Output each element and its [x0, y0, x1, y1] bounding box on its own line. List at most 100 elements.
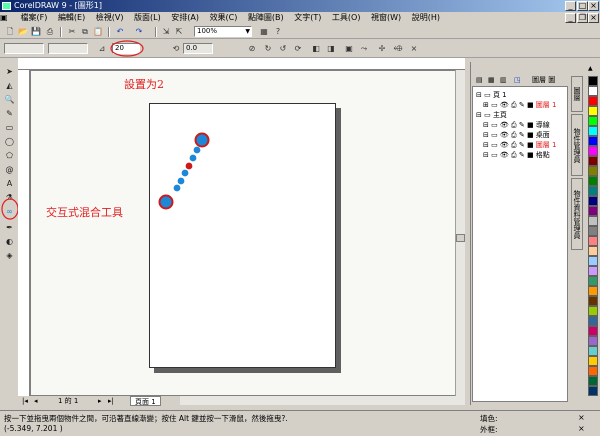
palette-swatch[interactable]: [588, 256, 598, 266]
palette-swatch[interactable]: [588, 126, 598, 136]
palette-swatch[interactable]: [588, 376, 598, 386]
palette-swatch[interactable]: [588, 276, 598, 286]
palette-swatch[interactable]: [588, 356, 598, 366]
show-properties-icon[interactable]: ▤: [476, 74, 483, 86]
counterclockwise-blend-icon[interactable]: ⟳: [292, 43, 304, 55]
prev-page-button[interactable]: ◂: [34, 396, 38, 406]
menu-arrange[interactable]: 安排(A): [167, 12, 203, 24]
close-button[interactable]: ×: [588, 1, 599, 11]
copy-icon[interactable]: ⧉: [79, 26, 91, 38]
menu-effects[interactable]: 效果(C): [206, 12, 242, 24]
import-icon[interactable]: ⇲: [160, 26, 172, 38]
export-icon[interactable]: ⇱: [173, 26, 185, 38]
polygon-tool-icon[interactable]: ⬠: [3, 150, 16, 161]
menu-window[interactable]: 視窗(W): [367, 12, 405, 24]
size-accel-icon[interactable]: ◨: [325, 43, 337, 55]
palette-swatch[interactable]: [588, 296, 598, 306]
minimize-button[interactable]: _: [565, 1, 576, 11]
tab-layers[interactable]: 圖層: [571, 76, 583, 112]
tree-grid[interactable]: ⊟ ▭ 👁 ⎙ ✎ ■ 格點: [483, 150, 550, 160]
horizontal-scrollbar[interactable]: [180, 396, 465, 405]
palette-swatch[interactable]: [588, 226, 598, 236]
palette-swatch[interactable]: [588, 96, 598, 106]
tree-desktop[interactable]: ⊟ ▭ 👁 ⎙ ✎ ■ 桌面: [483, 130, 550, 140]
palette-swatch[interactable]: [588, 236, 598, 246]
palette-swatch[interactable]: [588, 266, 598, 276]
blend-end-circle[interactable]: [194, 132, 210, 148]
tree-page[interactable]: ⊟ ▭ 頁 1: [476, 90, 507, 100]
menu-tools[interactable]: 工具(O): [328, 12, 365, 24]
clear-blend-icon[interactable]: ⨯: [408, 43, 420, 55]
menu-layout[interactable]: 版面(L): [130, 12, 165, 24]
doc-icon[interactable]: ▣: [0, 12, 14, 24]
blend-group[interactable]: [150, 120, 220, 220]
zoom-select[interactable]: 100% ▼: [194, 26, 252, 37]
shape-tool-icon[interactable]: ◭: [3, 80, 16, 91]
palette-swatch[interactable]: [588, 136, 598, 146]
tree-master-layer[interactable]: ⊟ ▭ 👁 ⎙ ✎ ■ 圖層 1: [483, 140, 556, 150]
clockwise-blend-icon[interactable]: ↺: [277, 43, 289, 55]
copy-blend-icon[interactable]: ⬲: [392, 43, 404, 55]
page-tab-1[interactable]: 頁面 1: [130, 396, 161, 406]
palette-swatch[interactable]: [588, 386, 598, 396]
print-icon[interactable]: ⎙: [44, 26, 56, 38]
new-layer-icon[interactable]: ◳: [514, 74, 521, 86]
maximize-button[interactable]: □: [577, 1, 588, 11]
path-properties-icon[interactable]: ⤳: [358, 43, 370, 55]
menu-bitmaps[interactable]: 點陣圖(B): [244, 12, 288, 24]
palette-swatch[interactable]: [588, 116, 598, 126]
palette-swatch[interactable]: [588, 196, 598, 206]
save-icon[interactable]: 💾: [30, 26, 42, 38]
preset-select[interactable]: [4, 43, 44, 54]
bucket-tool-icon[interactable]: ◈: [3, 250, 16, 261]
eyedropper-tool-icon[interactable]: ✒: [3, 222, 16, 233]
palette-swatch[interactable]: [588, 206, 598, 216]
palette-swatch[interactable]: [588, 246, 598, 256]
cut-icon[interactable]: ✂: [66, 26, 78, 38]
undo-icon[interactable]: ↶: [114, 26, 126, 38]
palette-swatch[interactable]: [588, 306, 598, 316]
next-page-button[interactable]: ▸: [98, 396, 102, 406]
palette-swatch[interactable]: [588, 216, 598, 226]
blend-start-circle[interactable]: [158, 194, 174, 210]
app-launcher-icon[interactable]: ▦: [258, 26, 270, 38]
text-tool-icon[interactable]: A: [3, 178, 16, 189]
tree-layer[interactable]: ⊞ ▭ 👁 ⎙ ✎ ■ 圖層 1: [483, 100, 556, 110]
outline-tool-icon[interactable]: ◐: [3, 236, 16, 247]
palette-swatch[interactable]: [588, 106, 598, 116]
palette-swatch[interactable]: [588, 166, 598, 176]
loop-blend-icon[interactable]: ⊘: [246, 43, 258, 55]
menu-help[interactable]: 說明(H): [408, 12, 444, 24]
edit-across-layers-icon[interactable]: ▦: [488, 74, 495, 86]
palette-swatch[interactable]: [588, 366, 598, 376]
spiral-tool-icon[interactable]: @: [3, 164, 16, 175]
rotation-field[interactable]: 0.0: [183, 43, 213, 54]
tab-object-data[interactable]: 物件資料管理員: [571, 178, 583, 250]
vertical-ruler[interactable]: [18, 70, 30, 396]
palette-swatch[interactable]: [588, 156, 598, 166]
doc-restore-button[interactable]: ❐: [577, 13, 588, 23]
horizontal-ruler[interactable]: [18, 58, 465, 70]
new-icon[interactable]: 🗋: [4, 26, 16, 38]
palette-swatch[interactable]: [588, 86, 598, 96]
doc-minimize-button[interactable]: _: [565, 13, 576, 23]
pick-tool-icon[interactable]: ➤: [3, 66, 16, 77]
ellipse-tool-icon[interactable]: ◯: [3, 136, 16, 147]
vertical-scroll-thumb[interactable]: [456, 234, 465, 242]
direct-blend-icon[interactable]: ↻: [262, 43, 274, 55]
palette-swatch[interactable]: [588, 326, 598, 336]
tree-guides[interactable]: ⊟ ▭ 👁 ⎙ ✎ ■ 導線: [483, 120, 550, 130]
preset-field[interactable]: [48, 43, 88, 54]
menu-view[interactable]: 檢視(V): [92, 12, 128, 24]
misc-options-icon[interactable]: ✢: [376, 43, 388, 55]
palette-scroll-up[interactable]: ▲: [588, 66, 598, 72]
vertical-scrollbar[interactable]: [455, 70, 465, 396]
first-page-button[interactable]: |◂: [22, 396, 28, 406]
palette-swatch[interactable]: [588, 316, 598, 326]
rectangle-tool-icon[interactable]: ▭: [3, 122, 16, 133]
zoom-tool-icon[interactable]: 🔍: [3, 94, 16, 105]
tab-object-manager[interactable]: 物件管理員: [571, 114, 583, 176]
palette-swatch[interactable]: [588, 146, 598, 156]
layer-manager-icon[interactable]: ▥: [500, 74, 507, 86]
palette-swatch[interactable]: [588, 186, 598, 196]
